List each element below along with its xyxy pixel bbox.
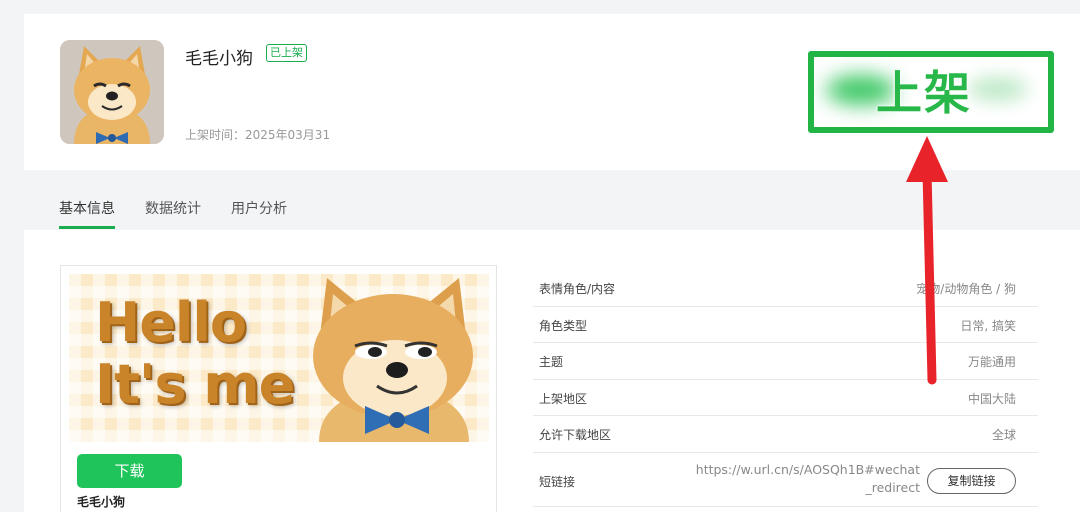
tab-user-analysis[interactable]: 用户分析 [231, 198, 287, 218]
shiba-dog-icon [313, 278, 473, 442]
info-value: 全球 [991, 428, 1016, 442]
listed-time: 上架时间：2025年03月31 [185, 128, 331, 142]
info-row-region: 上架地区 中国大陆 [533, 380, 1038, 416]
sticker-banner-image: Hello It's me [69, 274, 489, 442]
info-value: 日常, 搞笑 [960, 318, 1016, 333]
info-value: 宠物/动物角色 / 狗 [916, 282, 1016, 296]
info-label: 短链接 [539, 474, 576, 489]
shiba-dog-icon [60, 40, 164, 144]
info-label: 表情角色/内容 [539, 282, 616, 296]
info-label: 允许下载地区 [539, 428, 612, 442]
app-avatar [60, 40, 164, 144]
download-button[interactable]: 下载 [77, 454, 182, 488]
banner-text-line1: Hello [95, 291, 247, 354]
banner-text-line2: It's me [95, 353, 295, 416]
info-table: 表情角色/内容 宠物/动物角色 / 狗 角色类型 日常, 搞笑 主题 万能通用 … [533, 270, 1038, 507]
info-label: 主题 [539, 355, 564, 369]
info-row-download-region: 允许下载地区 全球 [533, 416, 1038, 453]
sticker-preview: Hello It's me 下载 毛毛小狗 [60, 265, 497, 512]
info-value: 万能通用 [967, 355, 1016, 369]
tab-bar: 基本信息 数据统计 用户分析 [0, 170, 1080, 230]
tab-data-stats[interactable]: 数据统计 [145, 198, 201, 218]
listing-status-highlight: 上架 [808, 51, 1054, 133]
banner-text: Hello It's me [95, 291, 295, 416]
preview-name: 毛毛小狗 [77, 495, 126, 509]
info-value: 中国大陆 [967, 391, 1016, 406]
short-link-value: https://w.url.cn/s/AOSQh1B#wechat_redire… [695, 461, 920, 495]
info-row-role-type: 角色类型 日常, 搞笑 [533, 307, 1038, 343]
status-badge: 已上架 [266, 44, 307, 62]
info-row-content: 表情角色/内容 宠物/动物角色 / 狗 [533, 270, 1038, 307]
highlight-text: 上架 [876, 66, 972, 120]
app-name: 毛毛小狗 [185, 49, 253, 69]
info-label: 角色类型 [539, 318, 588, 333]
info-row-theme: 主题 万能通用 [533, 343, 1038, 380]
blur-blob [968, 77, 1028, 101]
info-row-short-link: 短链接 https://w.url.cn/s/AOSQh1B#wechat_re… [533, 453, 1038, 507]
tab-basic-info[interactable]: 基本信息 [59, 198, 115, 218]
info-label: 上架地区 [539, 391, 588, 406]
active-tab-indicator [59, 226, 115, 229]
copy-link-button[interactable]: 复制链接 [927, 467, 1016, 494]
